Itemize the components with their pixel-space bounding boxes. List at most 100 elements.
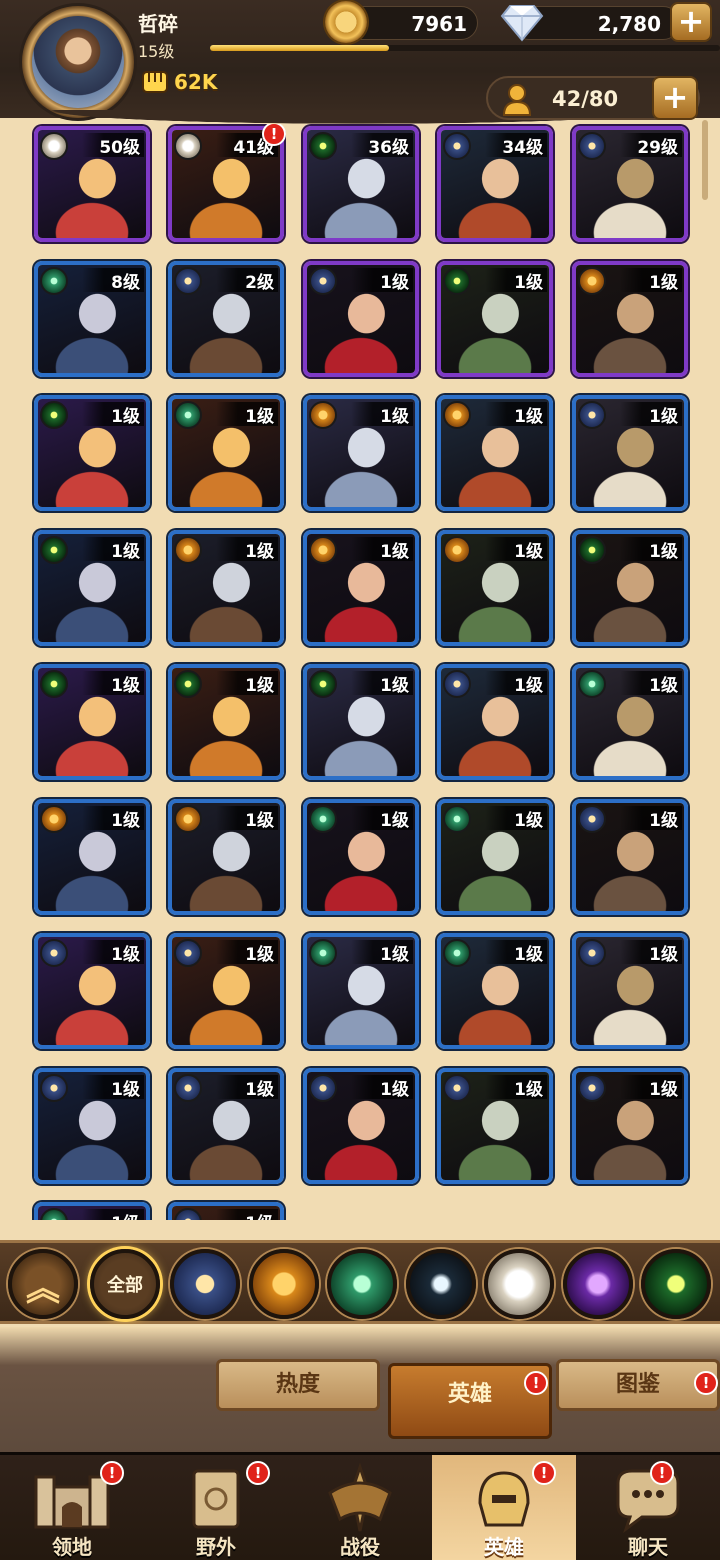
player-avatar[interactable] [22, 6, 134, 118]
hero-card[interactable]: 1级 [572, 664, 688, 780]
nav-chat[interactable]: 聊天 ! [576, 1455, 720, 1560]
hero-card[interactable]: 1级 [572, 529, 688, 646]
lightbearer-faction-icon [174, 266, 202, 295]
lightbearer-faction-icon [40, 939, 68, 967]
hero-card[interactable]: 1级 [437, 1067, 553, 1184]
hero-card[interactable]: 1级 [168, 1067, 284, 1184]
hero-card[interactable]: 1级 [572, 798, 688, 915]
dimensional-faction-icon [40, 401, 68, 429]
hero-level: 1级 [216, 940, 278, 965]
dimensional-faction-icon [309, 132, 337, 160]
nav-heroes-alert: ! [532, 1461, 556, 1485]
lightbearer-faction-icon [578, 939, 606, 967]
hero-card[interactable]: 1级 [34, 933, 150, 1049]
hero-card[interactable]: 1级 [34, 1067, 150, 1184]
add-diamonds-button[interactable]: + [670, 2, 712, 42]
crossed-swords-icon [328, 1463, 392, 1532]
hero-level: 1级 [82, 1074, 144, 1100]
filter-all-button[interactable]: 全部 [90, 1249, 160, 1319]
hero-card[interactable]: 50级 [34, 126, 150, 242]
exp-bar [210, 45, 720, 51]
hero-card[interactable]: 1级 [303, 395, 419, 511]
hero-level: 1级 [82, 536, 144, 562]
filter-wilder-button[interactable] [327, 1249, 397, 1319]
hero-card[interactable]: 1级 [303, 529, 419, 646]
hero-card[interactable]: 1级 [34, 1202, 150, 1220]
tab-collection-label: 图鉴 [615, 1372, 660, 1397]
hero-card[interactable]: 1级 [303, 798, 419, 915]
hero-card[interactable]: 1级 [168, 664, 284, 780]
hero-card[interactable]: 36级 [303, 126, 419, 242]
celestial-faction-icon [40, 132, 68, 160]
hero-grid[interactable]: 50级 41级! 36级 34级 29级 8级 2级 1级 1级 1级 1级 1级 1级 1级 1级 1级 1级… [0, 124, 720, 1220]
hero-card[interactable]: 1级 [34, 664, 150, 780]
lightbearer-faction-icon [578, 401, 606, 429]
hero-card[interactable]: 1级 [437, 798, 553, 915]
hero-card[interactable]: 1级 [572, 933, 688, 1049]
tab-popularity[interactable]: 热度 [216, 1359, 380, 1411]
filter-celestial-button[interactable] [484, 1249, 554, 1319]
hero-level: 1级 [351, 671, 413, 696]
hero-level: 1级 [216, 1074, 278, 1100]
expand-capacity-button[interactable]: + [652, 76, 698, 120]
hero-level: 50级 [82, 133, 144, 158]
dimensional-faction-icon [443, 266, 471, 295]
hero-card[interactable]: 1级 [168, 933, 284, 1049]
hero-card[interactable]: 1级 [168, 529, 284, 646]
hero-card[interactable]: 34级 [437, 126, 553, 242]
hero-level: 1级 [82, 671, 144, 696]
mauler-faction-icon [40, 804, 68, 833]
hero-card[interactable]: 1级 [303, 260, 419, 377]
hero-level: 1级 [351, 267, 413, 293]
filter-graveborn-button[interactable] [405, 1249, 476, 1319]
hero-card[interactable]: 1级 [34, 395, 150, 511]
hero-card[interactable]: 1级 [34, 798, 150, 915]
mauler-faction-icon [443, 401, 471, 429]
lightbearer-faction-icon [443, 132, 471, 160]
hero-level: 1级 [485, 1074, 547, 1100]
hero-card[interactable]: 1级 [303, 664, 419, 780]
hero-card[interactable]: 1级 [168, 395, 284, 511]
double-chevron-up-icon: ︽ [26, 1269, 60, 1309]
hero-card[interactable]: 1级 [572, 395, 688, 511]
hero-card[interactable]: 1级 [437, 664, 553, 780]
scrollbar[interactable] [702, 120, 708, 200]
filter-lightbearer-button[interactable] [170, 1249, 240, 1319]
filter-mauler-button[interactable] [248, 1249, 319, 1319]
hero-level: 1级 [620, 536, 682, 562]
hero-card[interactable]: 1级 [34, 529, 150, 646]
nav-chat-alert: ! [650, 1461, 674, 1485]
hero-card[interactable]: 1级 [437, 933, 553, 1049]
hero-level: 1级 [620, 940, 682, 965]
hero-card[interactable]: 1级 [303, 933, 419, 1049]
collapse-filters-button[interactable]: ︽ [8, 1249, 78, 1319]
hero-card[interactable]: 1级 [168, 798, 284, 915]
hero-card[interactable]: 2级 [168, 260, 284, 377]
person-icon [502, 84, 532, 116]
hero-level: 1级 [82, 805, 144, 831]
dimensional-faction-icon [578, 535, 606, 564]
hero-level: 8级 [82, 267, 144, 293]
hero-card[interactable]: 8级 [34, 260, 150, 377]
hero-card[interactable]: 1级 [168, 1202, 284, 1220]
hero-card[interactable]: 29级 [572, 126, 688, 242]
hero-card[interactable]: 1级 [572, 1067, 688, 1184]
nav-wilderness[interactable]: 野外 ! [144, 1455, 288, 1560]
filter-dimensional-button[interactable] [641, 1249, 711, 1319]
sub-tab-area: 热度 英雄 ! 图鉴 ! [0, 1327, 720, 1455]
nav-heroes[interactable]: 英雄 ! [432, 1455, 576, 1560]
hero-card[interactable]: 1级 [303, 1067, 419, 1184]
nav-campaign[interactable]: 战役 [288, 1455, 432, 1560]
hero-card[interactable]: 1级 [437, 395, 553, 511]
wilder-faction-icon [443, 804, 471, 833]
hero-card[interactable]: 1级 [437, 529, 553, 646]
scroll-map-icon [192, 1469, 240, 1529]
hero-level: 1级 [216, 805, 278, 831]
mauler-faction-icon [578, 266, 606, 295]
nav-territory[interactable]: 领地 ! [0, 1455, 144, 1560]
hero-card[interactable]: 1级 [437, 260, 553, 377]
hero-card[interactable]: 1级 [572, 260, 688, 377]
hero-level: 1级 [216, 1209, 278, 1220]
filter-hypogean-button[interactable] [562, 1249, 633, 1319]
nav-heroes-label: 英雄 [484, 1535, 524, 1559]
